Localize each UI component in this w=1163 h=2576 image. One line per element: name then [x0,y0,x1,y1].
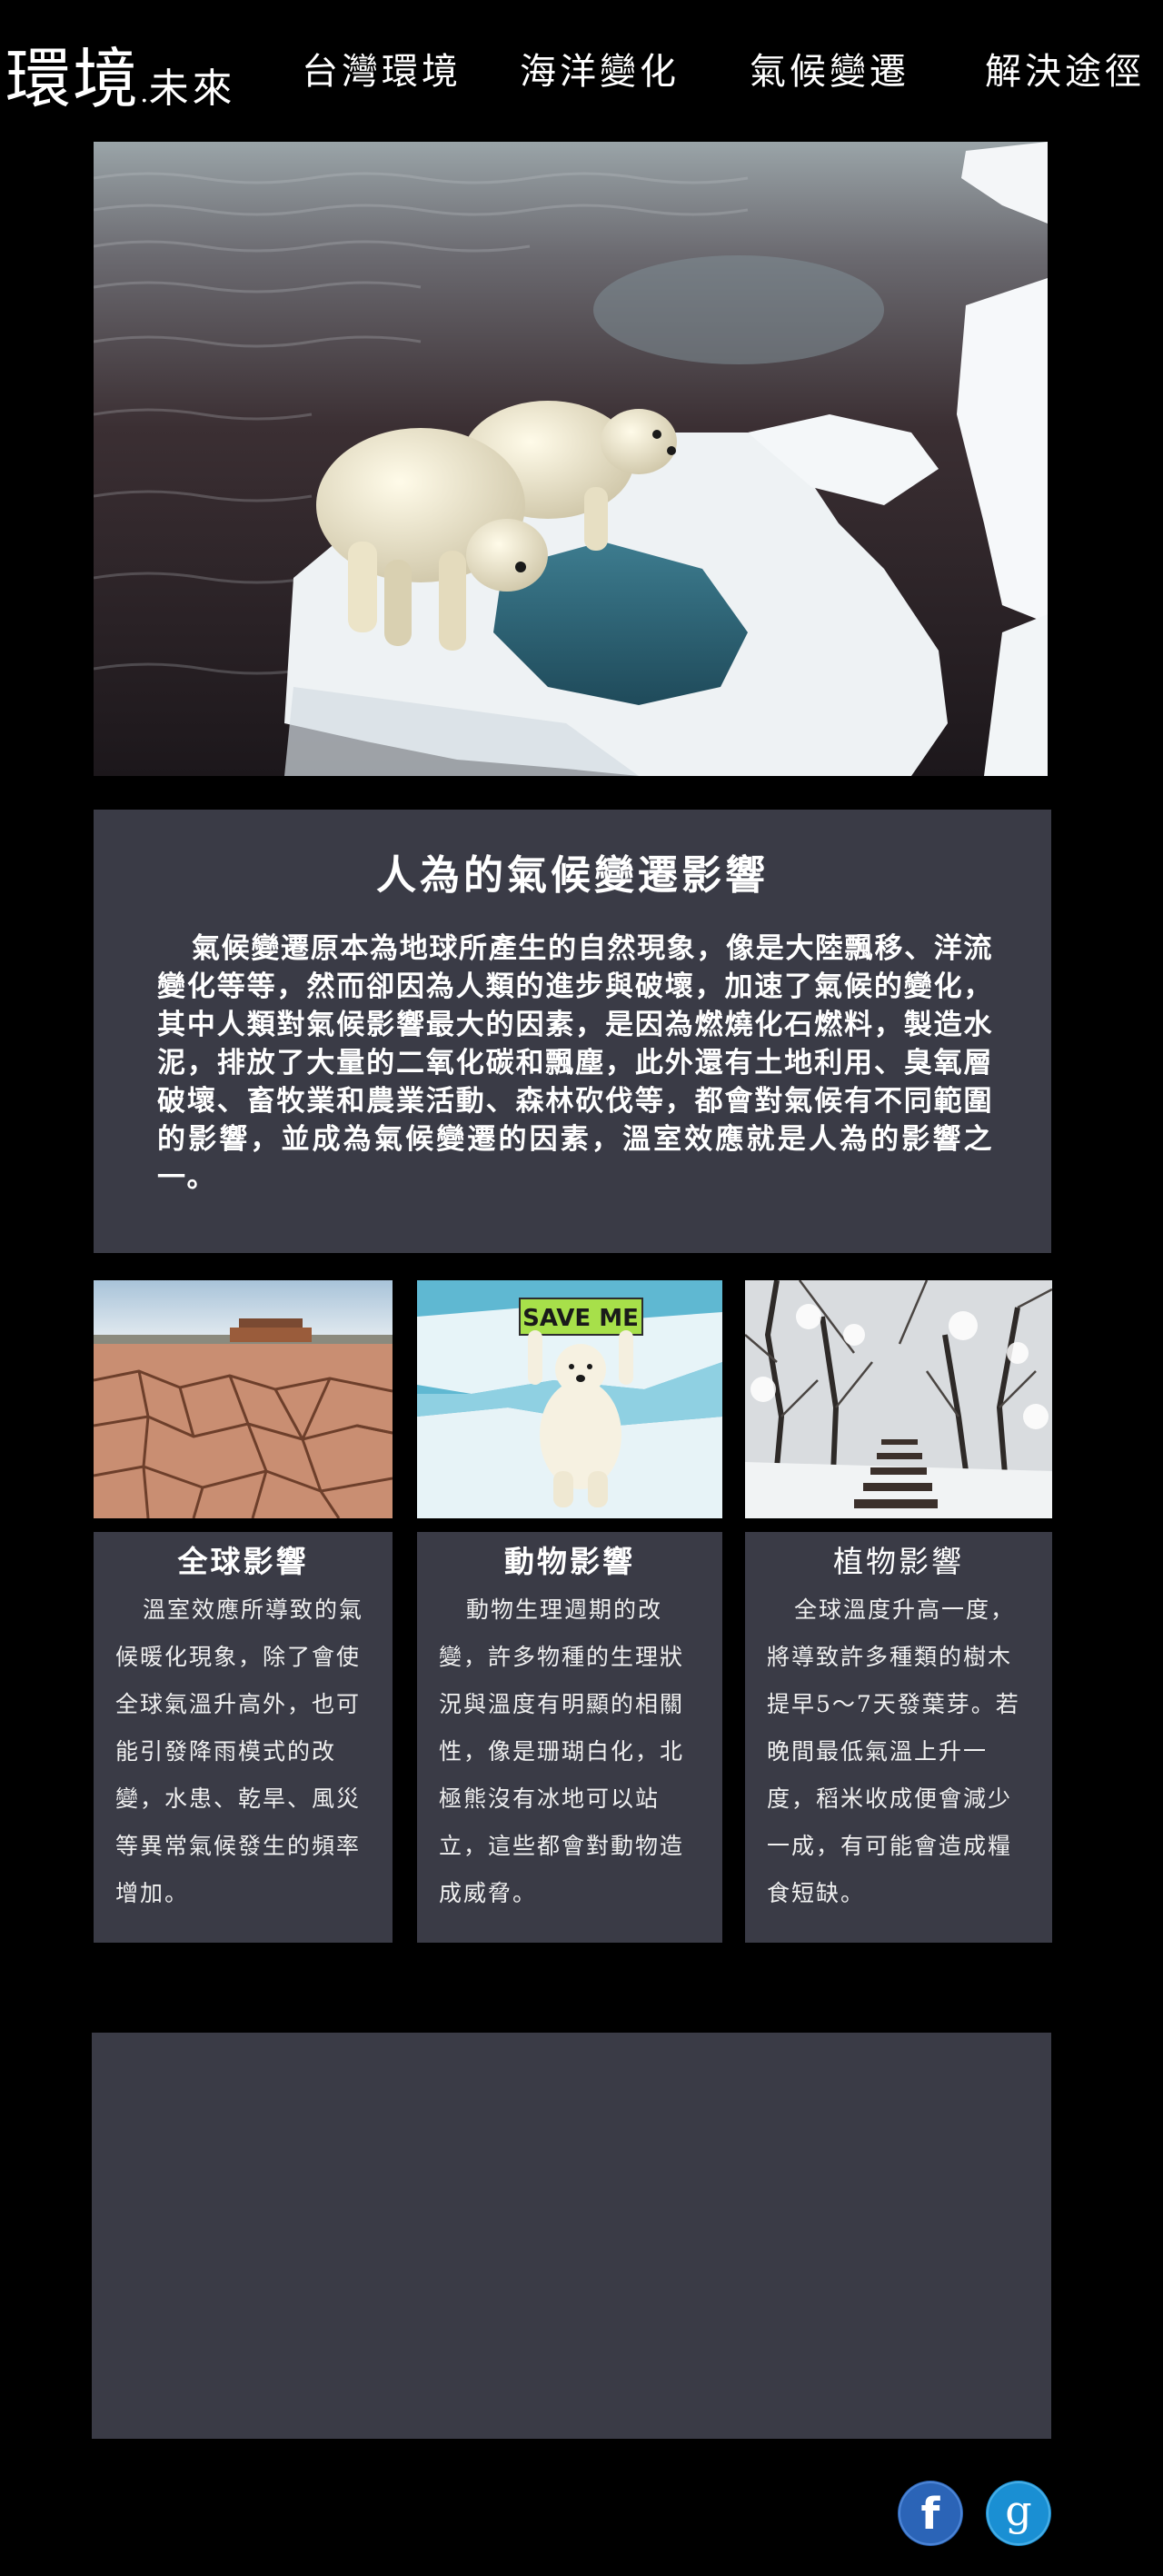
hero-image-polar-bears [94,142,1048,776]
hero-illustration [94,142,1048,776]
save-me-sign-text: SAVE ME [522,1305,639,1332]
intro-panel: 人為的氣候變遷影響 氣候變遷原本為地球所產生的自然現象，像是大陸飄移、洋流變化等… [94,810,1051,1253]
card-panel-animal: 動物影響 動物生理週期的改變，許多物種的生理狀況與溫度有明顯的相關性，像是珊瑚白… [417,1532,722,1943]
site-header: 環境.未來 台灣環境 海洋變化 氣候變遷 解決途徑 [0,0,1163,136]
card-title-global: 全球影響 [177,1544,309,1579]
polar-bear-sign-illustration: SAVE ME [417,1280,722,1518]
cracked-earth-illustration [94,1280,393,1518]
facebook-letter: f [921,2489,941,2540]
card-panel-global: 全球影響 溫室效應所導致的氣候暖化現象，除了會使全球氣溫升高外，也可能引發降雨模… [94,1532,393,1943]
card-panel-plant: 植物影響 全球溫度升高一度，將導致許多種類的樹木提早5～7天發葉芽。若晚間最低氣… [745,1532,1052,1943]
google-button[interactable]: g [986,2481,1051,2546]
card-image-cracked-earth [94,1280,393,1518]
google-letter: g [1005,2486,1031,2535]
snowy-forest-illustration [745,1280,1052,1518]
card-image-snowy-forest [745,1280,1052,1518]
content-placeholder-panel [92,2033,1051,2439]
google-icon: g [986,2481,1051,2546]
facebook-button[interactable]: f [898,2481,963,2546]
nav-item-ocean-change[interactable]: 海洋變化 [520,42,680,94]
nav-item-taiwan-environment[interactable]: 台灣環境 [302,42,462,94]
intro-title: 人為的氣候變遷影響 [376,852,769,899]
card-title-animal: 動物影響 [504,1544,635,1579]
nav-item-solutions[interactable]: 解決途徑 [985,42,1145,94]
card-body-global: 溫室效應所導致的氣候暖化現象，除了會使全球氣溫升高外，也可能引發降雨模式的改變，… [115,1596,364,1906]
card-image-polar-bear-sign: SAVE ME [417,1280,722,1518]
intro-body: 氣候變遷原本為地球所產生的自然現象，像是大陸飄移、洋流變化等等，然而卻因為人類的… [157,932,993,1194]
card-body-plant: 全球溫度升高一度，將導致許多種類的樹木提早5～7天發葉芽。若晚間最低氣溫上升一度… [767,1596,1020,1906]
card-body-animal: 動物生理週期的改變，許多物種的生理狀況與溫度有明顯的相關性，像是珊瑚白化，北極熊… [439,1596,685,1906]
main-nav: 台灣環境 海洋變化 氣候變遷 解決途徑 [0,42,1163,96]
facebook-icon: f [898,2481,963,2546]
card-title-plant: 植物影響 [833,1544,964,1579]
nav-item-climate-change[interactable]: 氣候變遷 [750,42,910,94]
